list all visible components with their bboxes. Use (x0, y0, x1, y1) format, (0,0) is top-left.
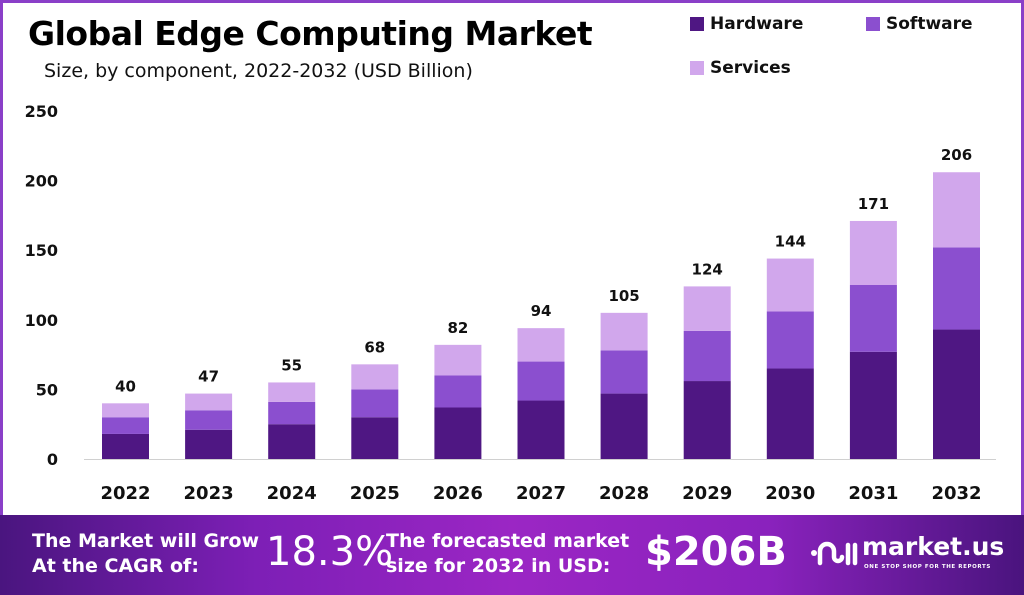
bar-total-label: 94 (531, 302, 552, 320)
bar-segment-services (517, 328, 565, 362)
bar-segment-services (683, 286, 731, 331)
forecast-label-line1: The forecasted market (386, 530, 630, 552)
bar-segment-services (849, 220, 897, 285)
bar-segment-hardware (102, 433, 149, 459)
bar-segment-hardware (351, 417, 399, 459)
x-tick-label: 2030 (765, 483, 815, 504)
y-tick-label: 150 (25, 241, 58, 260)
x-tick-label: 2028 (599, 483, 649, 504)
bar-segment-software (933, 247, 980, 330)
bar-total-label: 206 (941, 146, 972, 164)
bar-segment-software (849, 285, 897, 352)
x-tick-label: 2024 (267, 483, 317, 504)
forecast-value: $206B (645, 529, 787, 575)
cagr-label: The Market will Grow At the CAGR of: (32, 529, 259, 579)
bar-segment-services (351, 364, 399, 390)
bar-total-label: 47 (198, 368, 219, 386)
market-us-logo-icon (811, 541, 858, 566)
bar-total-label: 82 (447, 319, 468, 337)
bar-segment-hardware (849, 351, 897, 459)
y-tick-label: 100 (25, 311, 58, 330)
bar-segment-hardware (268, 424, 316, 459)
x-tick-label: 2029 (682, 483, 732, 504)
bar-segment-hardware (185, 429, 233, 459)
y-tick-label: 0 (47, 450, 58, 469)
bar-segment-hardware (766, 368, 814, 459)
x-tick-label: 2027 (516, 483, 566, 504)
x-tick-label: 2023 (184, 483, 234, 504)
bar-segment-services (600, 312, 648, 351)
brand-name: market.us (862, 532, 1005, 561)
bar-segment-services (102, 403, 149, 418)
bar-segment-services (766, 258, 814, 312)
bar-total-label: 105 (608, 287, 639, 305)
bar-segment-software (102, 417, 149, 434)
x-tick-label: 2031 (848, 483, 898, 504)
chart-plot: 0 50 100 150 200 250 40 2022 47 2023 55 2024 68 2025 8… (25, 102, 996, 504)
cagr-label-line2: At the CAGR of: (32, 555, 199, 577)
bar-segment-hardware (600, 393, 648, 459)
bar-segment-hardware (434, 407, 482, 459)
bar-total-label: 144 (775, 233, 806, 251)
x-tick-label: 2026 (433, 483, 483, 504)
bar-segment-services (434, 344, 482, 376)
forecast-label-line2: size for 2032 in USD: (386, 555, 611, 577)
y-tick-label: 200 (25, 172, 58, 191)
cagr-value: 18.3% (266, 529, 394, 575)
bar-segment-services (185, 393, 233, 411)
bar-segment-software (434, 375, 482, 408)
y-tick-label: 50 (36, 380, 58, 399)
bar-segment-software (683, 330, 731, 382)
summary-banner: The Market will Grow At the CAGR of: 18.… (0, 515, 1024, 595)
cagr-label-line1: The Market will Grow (32, 530, 260, 552)
brand-tagline: ONE STOP SHOP FOR THE REPORTS (864, 564, 991, 570)
bar-segment-software (766, 311, 814, 369)
x-tick-label: 2022 (100, 483, 150, 504)
bar-total-label: 68 (364, 338, 385, 356)
bar-segment-software (268, 401, 316, 425)
bar-segment-hardware (933, 329, 980, 459)
bar-segment-hardware (517, 400, 565, 459)
bar-segment-software (517, 361, 565, 401)
bar-segment-software (600, 350, 648, 394)
forecast-label: The forecasted market size for 2032 in U… (386, 529, 629, 579)
bar-total-label: 40 (115, 377, 136, 395)
bar-total-label: 124 (692, 260, 723, 278)
bar-segment-software (351, 389, 399, 418)
bar-segment-software (185, 410, 233, 430)
bar-segment-hardware (683, 381, 731, 459)
y-tick-label: 250 (25, 102, 58, 121)
bar-segment-services (268, 382, 316, 402)
x-tick-label: 2025 (350, 483, 400, 504)
bar-segment-services (933, 172, 980, 248)
bar-total-label: 55 (281, 356, 302, 374)
x-tick-label: 2032 (931, 483, 981, 504)
bar-total-label: 171 (858, 195, 889, 213)
